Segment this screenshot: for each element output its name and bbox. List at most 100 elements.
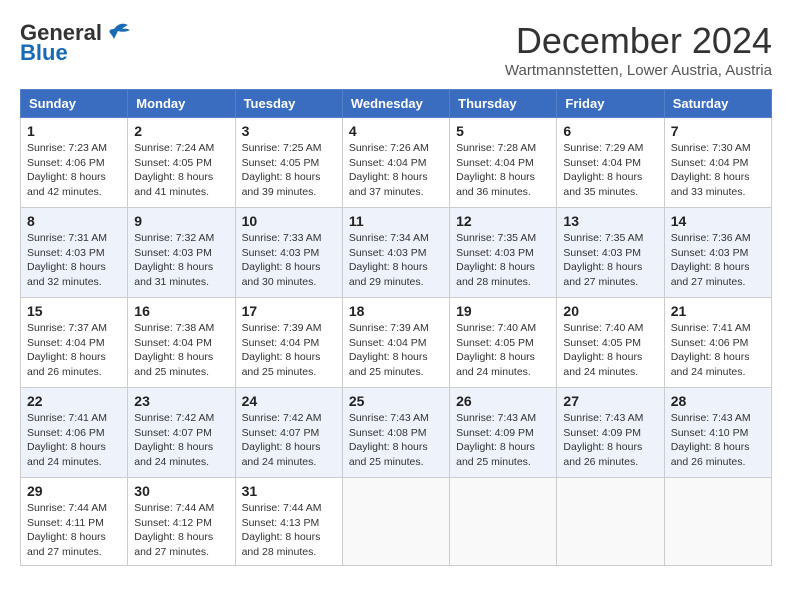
day-info: Sunrise: 7:42 AMSunset: 4:07 PMDaylight:… [242,411,336,470]
day-number: 23 [134,393,228,409]
day-number: 24 [242,393,336,409]
day-number: 18 [349,303,443,319]
day-number: 5 [456,123,550,139]
day-info: Sunrise: 7:43 AMSunset: 4:10 PMDaylight:… [671,411,765,470]
header-tuesday: Tuesday [235,90,342,118]
day-info: Sunrise: 7:44 AMSunset: 4:13 PMDaylight:… [242,501,336,560]
day-info: Sunrise: 7:43 AMSunset: 4:09 PMDaylight:… [456,411,550,470]
day-info: Sunrise: 7:36 AMSunset: 4:03 PMDaylight:… [671,231,765,290]
header-sunday: Sunday [21,90,128,118]
page-header: General Blue December 2024 Wartmannstett… [20,20,772,79]
calendar-cell: 18 Sunrise: 7:39 AMSunset: 4:04 PMDayligh… [342,298,449,388]
day-number: 12 [456,213,550,229]
header-monday: Monday [128,90,235,118]
calendar-week-row: 1 Sunrise: 7:23 AMSunset: 4:06 PMDaylight… [21,118,772,208]
calendar-cell: 4 Sunrise: 7:26 AMSunset: 4:04 PMDaylight… [342,118,449,208]
calendar-cell: 3 Sunrise: 7:25 AMSunset: 4:05 PMDaylight… [235,118,342,208]
day-info: Sunrise: 7:39 AMSunset: 4:04 PMDaylight:… [242,321,336,380]
day-info: Sunrise: 7:32 AMSunset: 4:03 PMDaylight:… [134,231,228,290]
day-number: 4 [349,123,443,139]
calendar-cell: 29 Sunrise: 7:44 AMSunset: 4:11 PMDayligh… [21,478,128,566]
day-info: Sunrise: 7:41 AMSunset: 4:06 PMDaylight:… [671,321,765,380]
calendar-cell: 14 Sunrise: 7:36 AMSunset: 4:03 PMDayligh… [664,208,771,298]
calendar-cell: 31 Sunrise: 7:44 AMSunset: 4:13 PMDayligh… [235,478,342,566]
calendar-cell: 28 Sunrise: 7:43 AMSunset: 4:10 PMDayligh… [664,388,771,478]
calendar-cell: 19Sunrise: 7:40 AMSunset: 4:05 PMDayligh… [450,298,557,388]
month-title: December 2024 [505,20,772,62]
day-number: 20 [563,303,657,319]
calendar-cell: 5Sunrise: 7:28 AMSunset: 4:04 PMDaylight… [450,118,557,208]
day-number: 7 [671,123,765,139]
day-number: 6 [563,123,657,139]
day-number: 1 [27,123,121,139]
day-number: 9 [134,213,228,229]
day-number: 11 [349,213,443,229]
calendar-cell: 15 Sunrise: 7:37 AMSunset: 4:04 PMDayligh… [21,298,128,388]
calendar-cell [664,478,771,566]
day-info: Sunrise: 7:37 AMSunset: 4:04 PMDaylight:… [27,321,121,380]
day-info: Sunrise: 7:42 AMSunset: 4:07 PMDaylight:… [134,411,228,470]
day-number: 8 [27,213,121,229]
day-number: 29 [27,483,121,499]
calendar-week-row: 22Sunrise: 7:41 AMSunset: 4:06 PMDayligh… [21,388,772,478]
day-info: Sunrise: 7:38 AMSunset: 4:04 PMDaylight:… [134,321,228,380]
day-number: 3 [242,123,336,139]
calendar-cell: 22Sunrise: 7:41 AMSunset: 4:06 PMDayligh… [21,388,128,478]
calendar-cell: 1 Sunrise: 7:23 AMSunset: 4:06 PMDaylight… [21,118,128,208]
day-info: Sunrise: 7:40 AMSunset: 4:05 PMDaylight:… [456,321,550,380]
day-info: Sunrise: 7:35 AMSunset: 4:03 PMDaylight:… [563,231,657,290]
calendar-header-row: SundayMondayTuesdayWednesdayThursdayFrid… [21,90,772,118]
day-info: Sunrise: 7:44 AMSunset: 4:11 PMDaylight:… [27,501,121,560]
header-friday: Friday [557,90,664,118]
calendar-cell: 16 Sunrise: 7:38 AMSunset: 4:04 PMDayligh… [128,298,235,388]
calendar-cell: 8 Sunrise: 7:31 AMSunset: 4:03 PMDaylight… [21,208,128,298]
logo-bird-icon [106,21,132,41]
day-number: 2 [134,123,228,139]
calendar-cell: 7 Sunrise: 7:30 AMSunset: 4:04 PMDaylight… [664,118,771,208]
logo: General Blue [20,20,132,66]
calendar-week-row: 29 Sunrise: 7:44 AMSunset: 4:11 PMDayligh… [21,478,772,566]
calendar-cell: 12 Sunrise: 7:35 AMSunset: 4:03 PMDayligh… [450,208,557,298]
calendar-cell: 2 Sunrise: 7:24 AMSunset: 4:05 PMDaylight… [128,118,235,208]
day-info: Sunrise: 7:26 AMSunset: 4:04 PMDaylight:… [349,141,443,200]
day-info: Sunrise: 7:34 AMSunset: 4:03 PMDaylight:… [349,231,443,290]
calendar-cell: 26Sunrise: 7:43 AMSunset: 4:09 PMDayligh… [450,388,557,478]
day-number: 14 [671,213,765,229]
calendar-cell: 30Sunrise: 7:44 AMSunset: 4:12 PMDayligh… [128,478,235,566]
day-info: Sunrise: 7:29 AMSunset: 4:04 PMDaylight:… [563,141,657,200]
calendar-cell: 11 Sunrise: 7:34 AMSunset: 4:03 PMDayligh… [342,208,449,298]
calendar-cell: 9 Sunrise: 7:32 AMSunset: 4:03 PMDaylight… [128,208,235,298]
header-wednesday: Wednesday [342,90,449,118]
day-number: 16 [134,303,228,319]
day-info: Sunrise: 7:33 AMSunset: 4:03 PMDaylight:… [242,231,336,290]
day-number: 30 [134,483,228,499]
calendar-cell: 27Sunrise: 7:43 AMSunset: 4:09 PMDayligh… [557,388,664,478]
day-info: Sunrise: 7:30 AMSunset: 4:04 PMDaylight:… [671,141,765,200]
day-info: Sunrise: 7:40 AMSunset: 4:05 PMDaylight:… [563,321,657,380]
title-block: December 2024 Wartmannstetten, Lower Aus… [505,20,772,79]
day-info: Sunrise: 7:31 AMSunset: 4:03 PMDaylight:… [27,231,121,290]
calendar-cell: 6 Sunrise: 7:29 AMSunset: 4:04 PMDaylight… [557,118,664,208]
calendar-week-row: 8 Sunrise: 7:31 AMSunset: 4:03 PMDaylight… [21,208,772,298]
day-info: Sunrise: 7:39 AMSunset: 4:04 PMDaylight:… [349,321,443,380]
day-number: 21 [671,303,765,319]
day-number: 10 [242,213,336,229]
calendar-cell: 24 Sunrise: 7:42 AMSunset: 4:07 PMDayligh… [235,388,342,478]
day-number: 28 [671,393,765,409]
calendar-week-row: 15 Sunrise: 7:37 AMSunset: 4:04 PMDayligh… [21,298,772,388]
calendar-cell: 17 Sunrise: 7:39 AMSunset: 4:04 PMDayligh… [235,298,342,388]
calendar-table: SundayMondayTuesdayWednesdayThursdayFrid… [20,89,772,566]
day-info: Sunrise: 7:43 AMSunset: 4:09 PMDaylight:… [563,411,657,470]
day-info: Sunrise: 7:43 AMSunset: 4:08 PMDaylight:… [349,411,443,470]
day-number: 13 [563,213,657,229]
day-number: 22 [27,393,121,409]
day-info: Sunrise: 7:24 AMSunset: 4:05 PMDaylight:… [134,141,228,200]
location-subtitle: Wartmannstetten, Lower Austria, Austria [505,62,772,79]
day-info: Sunrise: 7:35 AMSunset: 4:03 PMDaylight:… [456,231,550,290]
day-number: 15 [27,303,121,319]
day-info: Sunrise: 7:23 AMSunset: 4:06 PMDaylight:… [27,141,121,200]
day-info: Sunrise: 7:25 AMSunset: 4:05 PMDaylight:… [242,141,336,200]
day-number: 17 [242,303,336,319]
calendar-cell: 10 Sunrise: 7:33 AMSunset: 4:03 PMDayligh… [235,208,342,298]
day-number: 31 [242,483,336,499]
